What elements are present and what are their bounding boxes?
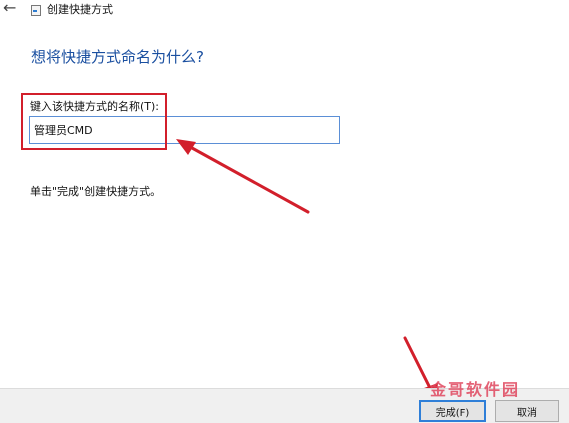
annotation-highlight-box (21, 93, 167, 150)
finish-button[interactable]: 完成(F) (419, 400, 486, 422)
title-bar: ← 创建快捷方式 (0, 0, 569, 22)
back-arrow-icon[interactable]: ← (3, 0, 21, 18)
finish-instruction: 单击"完成"创建快捷方式。 (30, 185, 162, 198)
shortcut-app-icon (31, 5, 41, 16)
page-heading: 想将快捷方式命名为什么? (31, 48, 204, 66)
window-title: 创建快捷方式 (47, 3, 113, 16)
watermark-logo: 金哥软件园 (430, 380, 521, 399)
cancel-button[interactable]: 取消 (495, 400, 559, 422)
annotation-arrow-to-input (176, 139, 310, 214)
